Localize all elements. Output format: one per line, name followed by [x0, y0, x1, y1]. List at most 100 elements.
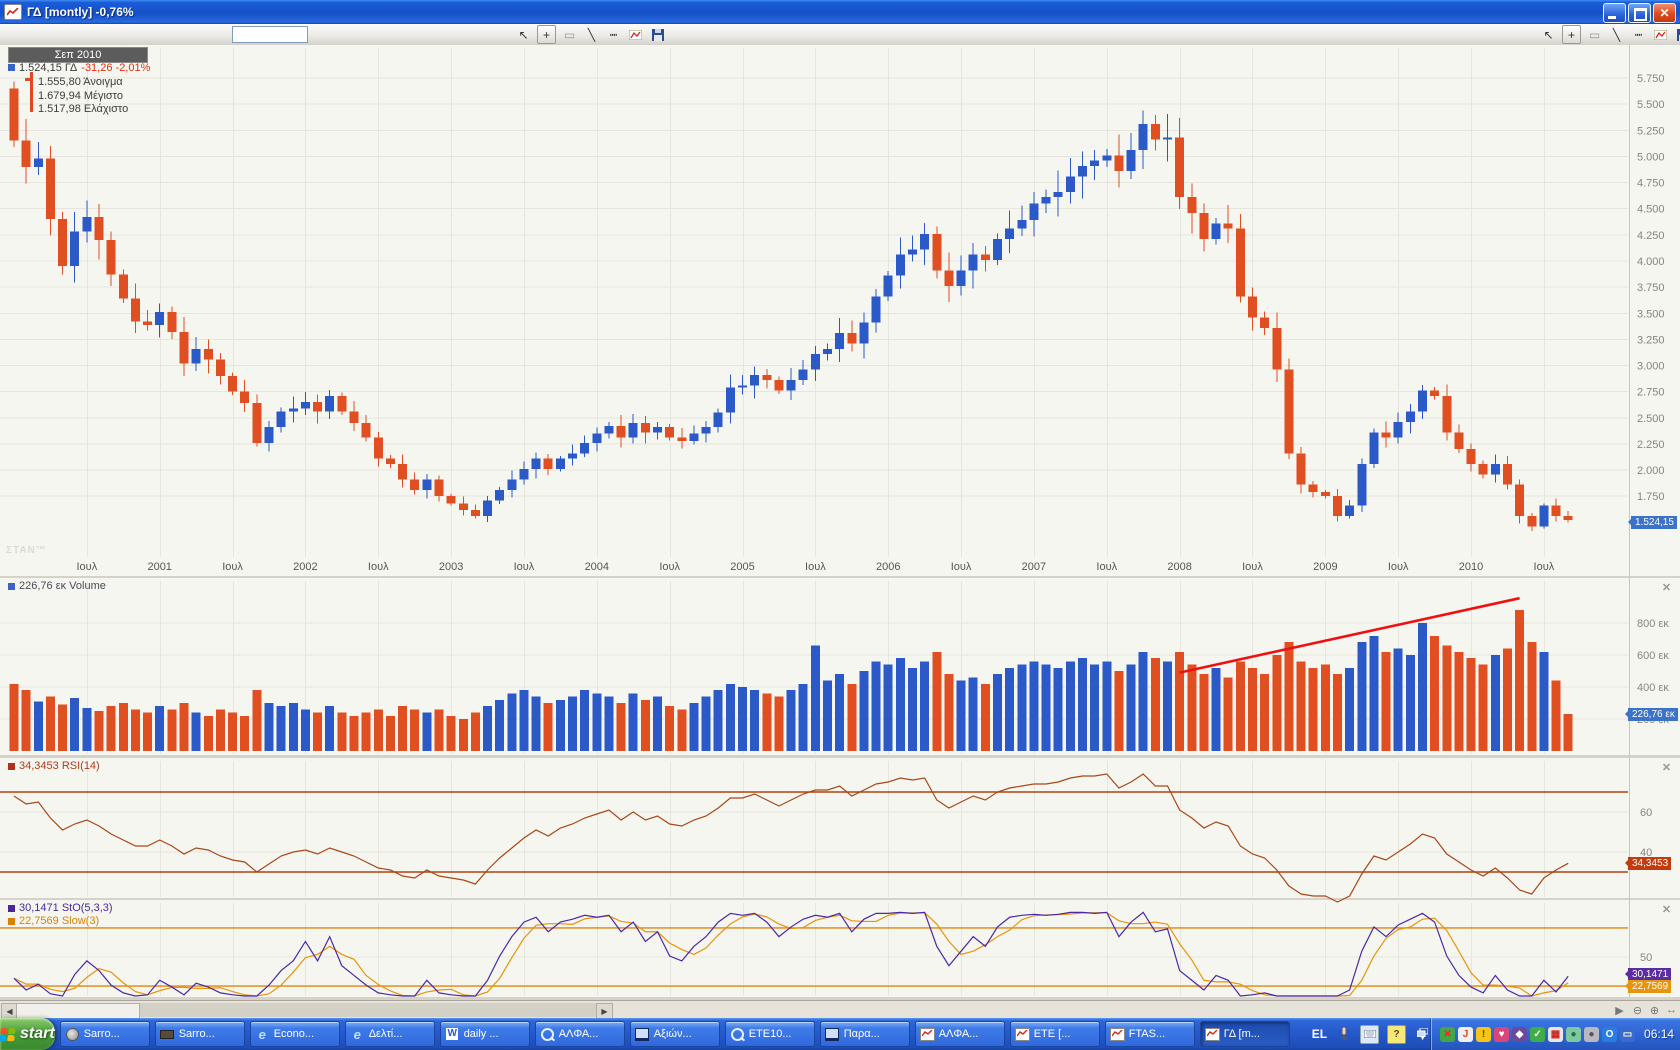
taskbar-button-econo[interactable]: eEcono...	[250, 1021, 340, 1047]
svg-text:Ιουλ: Ιουλ	[1534, 561, 1555, 573]
start-button[interactable]: start	[0, 1018, 55, 1050]
pane-scroll-right-button[interactable]: ▶	[1612, 1003, 1627, 1017]
taskbar-button-sarro[interactable]: Sarro...	[60, 1021, 150, 1047]
monitor-icon	[635, 1027, 650, 1041]
tray-app-purple-icon[interactable]: ◆	[1512, 1027, 1527, 1042]
tray-network-error-icon[interactable]: ✕	[1440, 1027, 1455, 1042]
legend-open: 1.555,80 Άνοιγμα	[38, 75, 123, 88]
gear-icon	[65, 1027, 80, 1041]
taskbar-button-αλφα[interactable]: ΑΛΦΑ...	[915, 1021, 1005, 1047]
scrollbar-thumb[interactable]	[16, 1003, 140, 1019]
taskbar-button-αξιν[interactable]: Αξιών...	[630, 1021, 720, 1047]
chart-icon[interactable]	[1652, 26, 1669, 43]
magnifier-icon	[730, 1027, 745, 1041]
volume-tag: 226,76 εκ	[1628, 708, 1678, 721]
pane-bg	[0, 758, 1680, 898]
microphone-icon[interactable]	[1335, 1026, 1352, 1043]
taskbar-button-αλφα[interactable]: ΑΛΦΑ...	[535, 1021, 625, 1047]
taskbar-button-sarro[interactable]: Sarro...	[155, 1021, 245, 1047]
save-icon[interactable]	[649, 26, 666, 43]
save-icon[interactable]	[1674, 26, 1680, 43]
app-icon	[160, 1027, 175, 1041]
toolbar-icons-right: ↖ + ▭ ╲ ┉	[1540, 25, 1680, 44]
dotted-line-icon[interactable]: ┉	[605, 26, 622, 43]
pane-separator	[0, 898, 1680, 900]
svg-text:2004: 2004	[585, 561, 609, 573]
tray-java-icon[interactable]: J	[1458, 1027, 1473, 1042]
zoom-out-button[interactable]: ⊖	[1630, 1003, 1645, 1017]
tray-volume-icon[interactable]: ●	[1584, 1027, 1599, 1042]
restore-toolbar-icon[interactable]: ▼	[1414, 1026, 1431, 1043]
svg-text:50: 50	[1640, 952, 1652, 964]
tray-green-app-icon[interactable]: ●	[1566, 1027, 1581, 1042]
taskbar-button-ftas[interactable]: FTAS...	[1105, 1021, 1195, 1047]
close-button[interactable]: ✕	[1653, 3, 1676, 23]
svg-text:2007: 2007	[1022, 561, 1046, 573]
pane-separator	[0, 755, 1680, 758]
keyboard-icon[interactable]	[1360, 1025, 1379, 1044]
help-icon[interactable]: ?	[1387, 1025, 1406, 1044]
trendline-icon[interactable]: ╲	[1608, 26, 1625, 43]
chevron-down-icon: ▼	[1419, 1037, 1426, 1041]
taskbar-button-daily[interactable]: Wdaily ...	[440, 1021, 530, 1047]
svg-text:3.750: 3.750	[1637, 282, 1665, 294]
tray-antivirus-icon[interactable]: ✓	[1530, 1027, 1545, 1042]
rsi-pane-close-icon[interactable]: ✕	[1660, 761, 1673, 774]
taskbar-button-ετε[interactable]: ΕΤΕ [...	[1010, 1021, 1100, 1047]
svg-text:Ιουλ: Ιουλ	[659, 561, 680, 573]
stochastic-k-label: 30,1471 StO(5,3,3)	[8, 902, 113, 914]
svg-text:600 εκ: 600 εκ	[1637, 650, 1669, 662]
svg-text:4.750: 4.750	[1637, 178, 1665, 190]
window-title: ΓΔ [montly] -0,76%	[27, 5, 134, 19]
zoom-in-button[interactable]: ⊕	[1647, 1003, 1662, 1017]
task-button-label: Αξιών...	[654, 1028, 692, 1040]
price-tag: 1.524,15	[1631, 516, 1677, 529]
svg-text:2002: 2002	[293, 561, 317, 573]
task-button-label: ΕΤΕ10...	[749, 1028, 792, 1040]
dotted-line-icon[interactable]: ┉	[1630, 26, 1647, 43]
title-bar: ΓΔ [montly] -0,76% ✕	[0, 0, 1680, 24]
x-axis-labels: Ιουλ2001Ιουλ2002Ιουλ2003Ιουλ2004Ιουλ2005…	[77, 561, 1555, 573]
pointer-icon[interactable]: ↖	[1540, 26, 1557, 43]
maximize-button[interactable]	[1628, 3, 1651, 23]
crosshair-icon[interactable]: +	[1562, 25, 1581, 44]
fit-width-button[interactable]: ↔	[1664, 1003, 1679, 1017]
taskbar-clock: 06:14	[1644, 1027, 1674, 1041]
rectangle-icon[interactable]: ▭	[1586, 26, 1603, 43]
svg-text:2009: 2009	[1313, 561, 1337, 573]
svg-text:5.750: 5.750	[1637, 73, 1665, 85]
watermark: ΣΤΑΝ™	[6, 545, 47, 556]
svg-text:Ιουλ: Ιουλ	[77, 561, 98, 573]
task-button-label: ΓΔ [m...	[1224, 1028, 1260, 1040]
stochastic-d-marker-icon	[8, 918, 15, 925]
taskbar-button-δελτ[interactable]: eΔελτί...	[345, 1021, 435, 1047]
symbol-input[interactable]	[232, 26, 308, 43]
chart-icon[interactable]	[627, 26, 644, 43]
minimize-button[interactable]	[1603, 3, 1626, 23]
scroll-right-button[interactable]: ▶	[596, 1003, 613, 1019]
tray-grid-app-icon[interactable]: ▦	[1548, 1027, 1563, 1042]
svg-text:Ιουλ: Ιουλ	[951, 561, 972, 573]
taskbar-button-ετε10[interactable]: ΕΤΕ10...	[725, 1021, 815, 1047]
chart-canvas[interactable]: 5.7505.5005.2505.0004.7504.5004.2504.000…	[0, 45, 1680, 1000]
svg-text:400 εκ: 400 εκ	[1637, 682, 1669, 694]
svg-text:2.000: 2.000	[1637, 465, 1665, 477]
trendline-icon[interactable]: ╲	[583, 26, 600, 43]
chart-icon	[1015, 1027, 1030, 1041]
legend-candle-glyph	[30, 72, 33, 112]
rectangle-icon[interactable]: ▭	[561, 26, 578, 43]
taskbar-button-παρα[interactable]: Παρα...	[820, 1021, 910, 1047]
stochastic-pane-close-icon[interactable]: ✕	[1660, 903, 1673, 916]
task-button-label: Παρα...	[844, 1028, 880, 1040]
svg-text:Ιουλ: Ιουλ	[1242, 561, 1263, 573]
crosshair-icon[interactable]: +	[537, 25, 556, 44]
taskbar-button-γδm[interactable]: ΓΔ [m...	[1200, 1021, 1290, 1047]
tray-network-icon[interactable]: ▭	[1620, 1027, 1635, 1042]
tray-messenger-icon[interactable]: ♥	[1494, 1027, 1509, 1042]
task-button-label: Δελτί...	[369, 1028, 403, 1040]
pointer-icon[interactable]: ↖	[515, 26, 532, 43]
volume-pane-close-icon[interactable]: ✕	[1660, 581, 1673, 594]
tray-security-shield-icon[interactable]: !	[1476, 1027, 1491, 1042]
language-indicator[interactable]: EL	[1312, 1027, 1327, 1041]
tray-opera-icon[interactable]: O	[1602, 1027, 1617, 1042]
